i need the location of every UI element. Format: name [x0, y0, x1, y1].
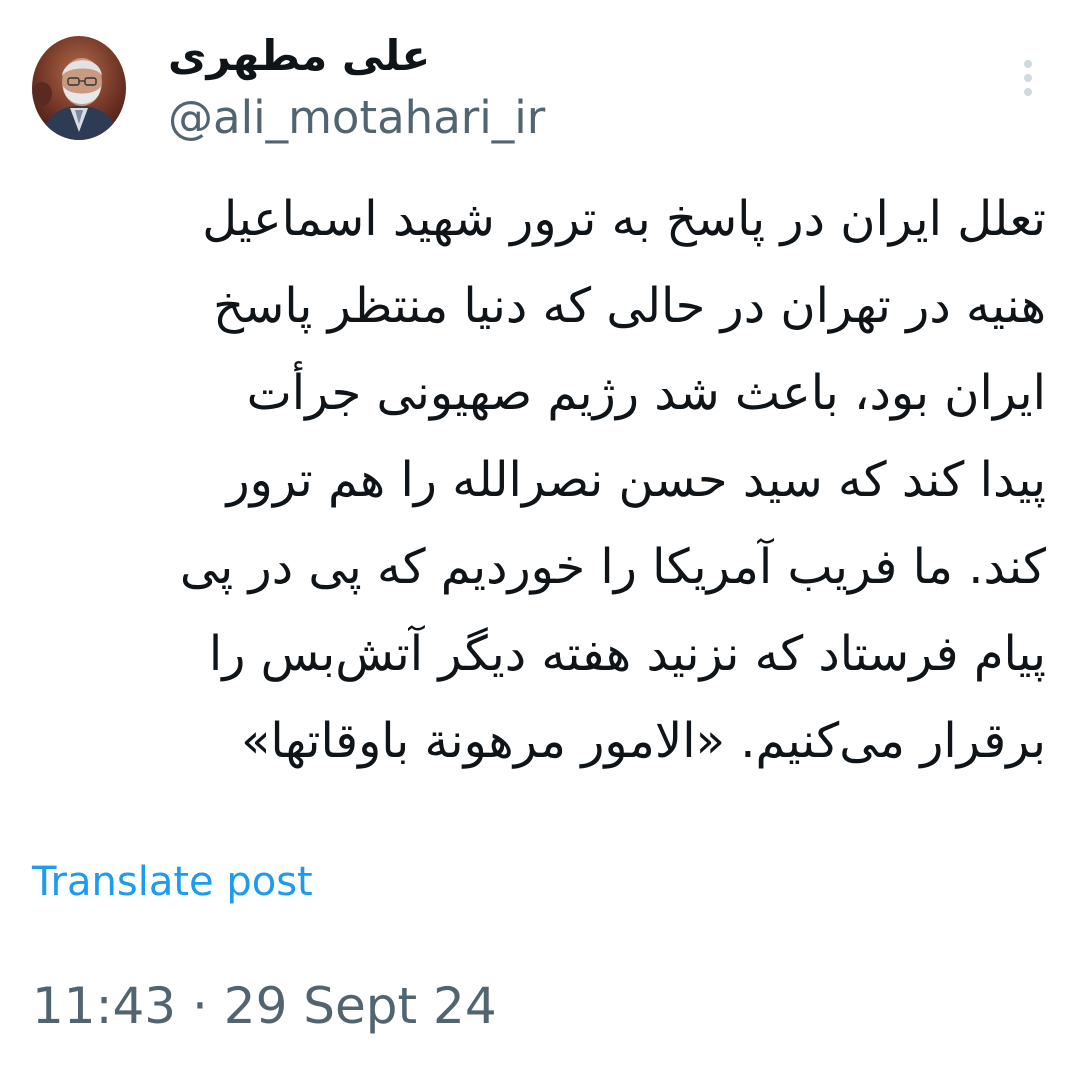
author-display-name[interactable]: علی مطهری	[168, 28, 498, 84]
tweet-text: تعلل ایران در پاسخ به ترور شهید اسماعیل …	[36, 176, 1046, 785]
tweet-line: ایران بود، باعث شد رژیم صهیونی جرأت	[246, 365, 1046, 421]
more-options-button[interactable]	[1006, 52, 1050, 104]
author-handle[interactable]: @ali_motahari_ir	[168, 88, 545, 148]
tweet-line: هنیه در تهران در حالی که دنیا منتظر پاسخ	[213, 278, 1046, 334]
tweet-card: علی مطهری @ali_motahari_ir تعلل ایران در…	[0, 0, 1080, 1066]
tweet-line: برقرار می‌کنیم. «الامور مرهونة باوقاتها»	[241, 713, 1046, 769]
vertical-ellipsis-icon	[1024, 60, 1032, 96]
tweet-line: پیدا کند که سید حسن نصرالله را هم ترور	[226, 452, 1046, 508]
tweet-line: تعلل ایران در پاسخ به ترور شهید اسماعیل	[202, 191, 1046, 247]
tweet-line: پیام فرستاد که نزنید هفته دیگر آتش‌بس را	[208, 626, 1046, 682]
profile-photo-icon	[32, 36, 126, 140]
avatar[interactable]	[32, 36, 126, 140]
tweet-line: کند. ما فریب آمریکا را خوردیم که پی در پ…	[179, 539, 1046, 595]
translate-post-link[interactable]: Translate post	[32, 852, 313, 912]
post-timestamp[interactable]: 11:43 · 29 Sept 24	[32, 972, 497, 1040]
